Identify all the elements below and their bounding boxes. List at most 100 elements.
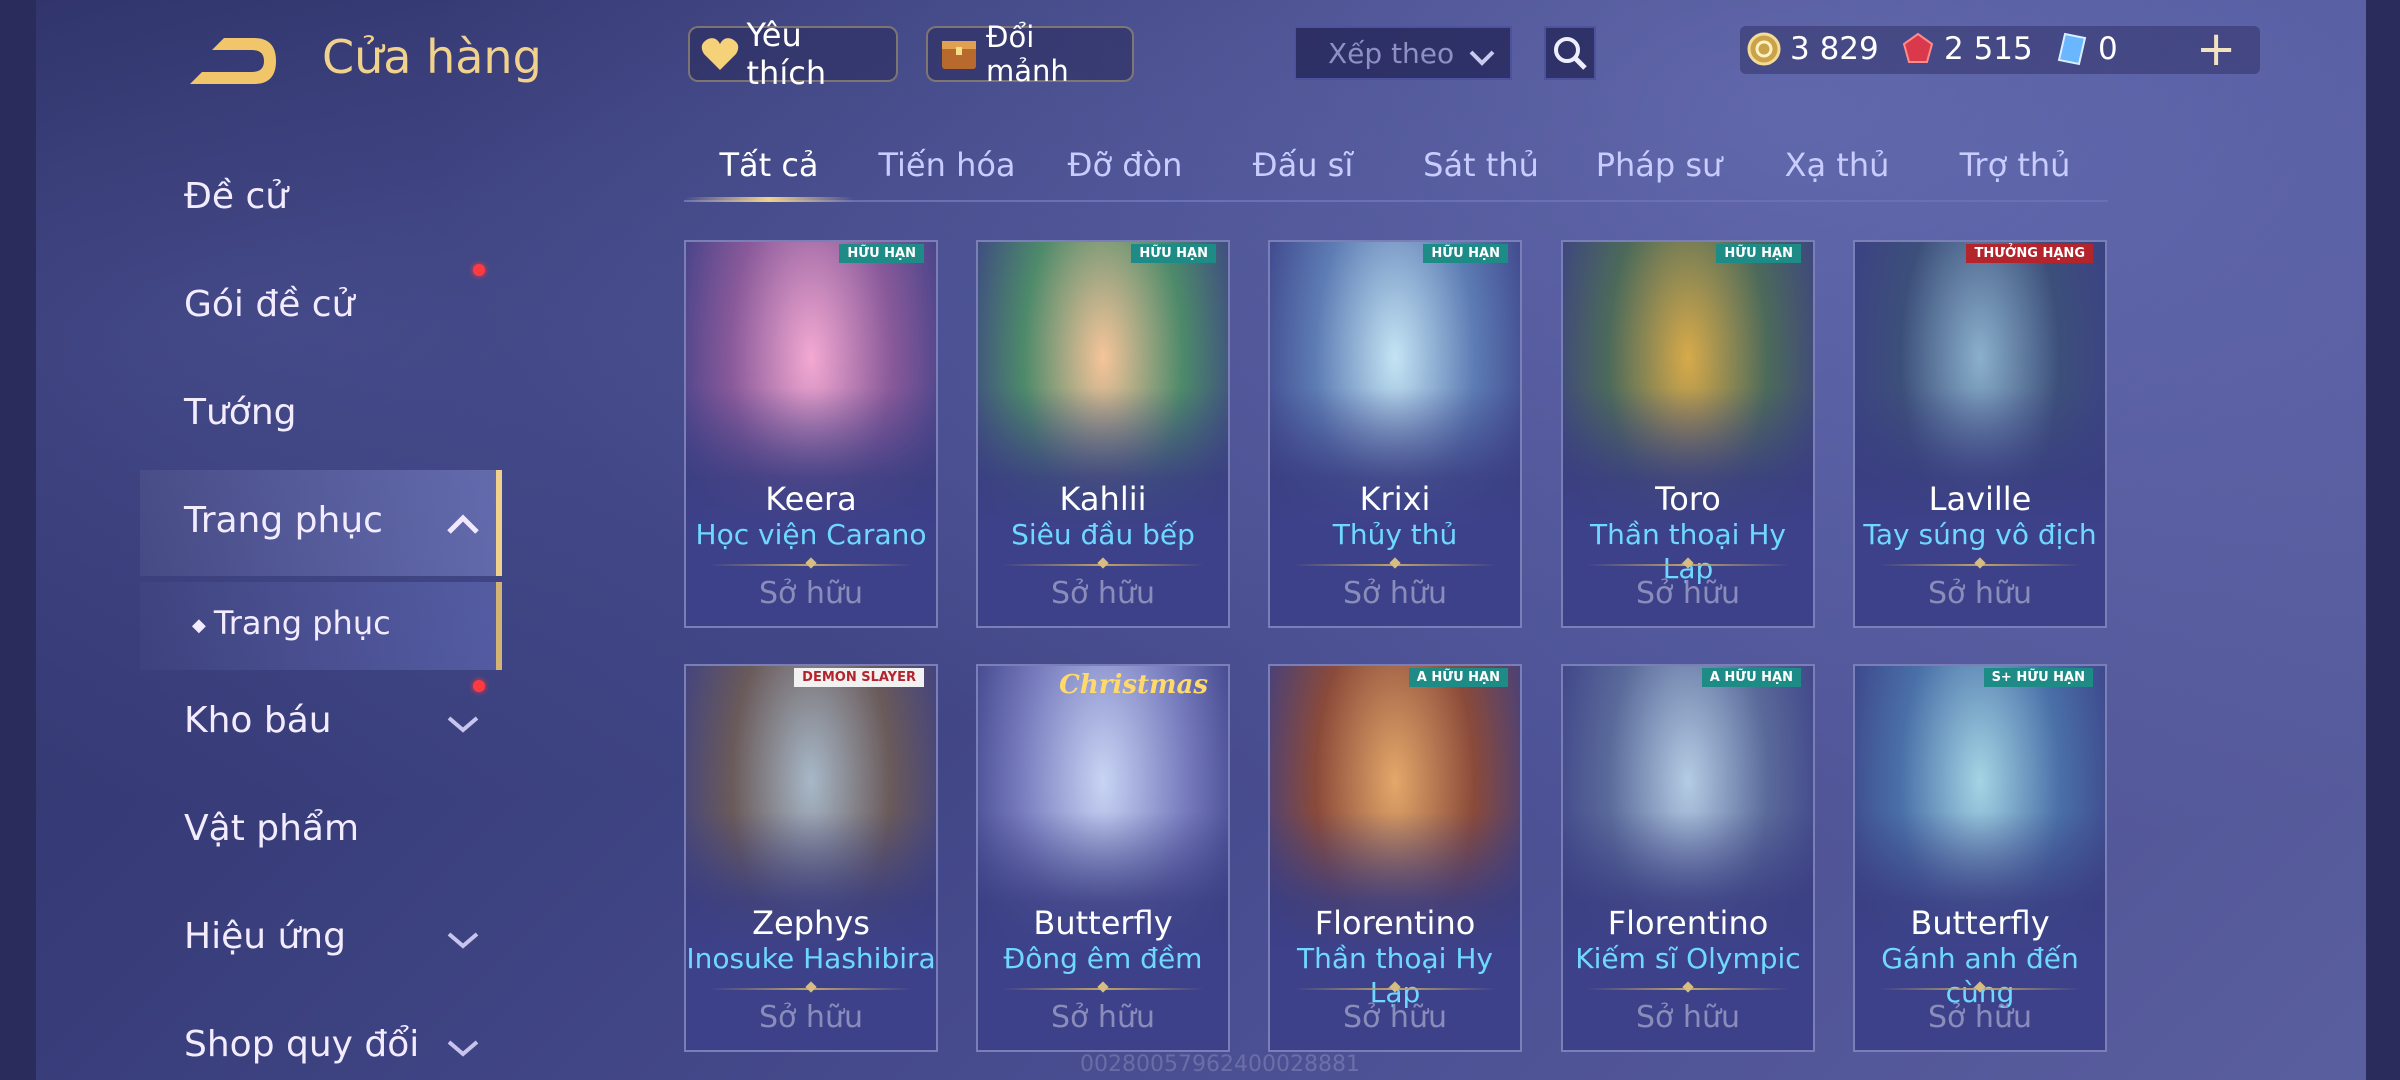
skin-card[interactable]: HỮU HẠNToroThần thoại Hy LạpSở hữu [1561, 240, 1815, 628]
owned-status: Sở hữu [759, 1000, 863, 1035]
tab-tien-hoa[interactable]: Tiến hóa [872, 146, 1022, 184]
skin-card[interactable]: Christmas Butterfly Đông êm đềm Sở hữu [976, 664, 1230, 1052]
skin-name: Kiếm sĩ Olympic [1575, 942, 1801, 975]
left-frame [0, 0, 36, 1080]
rarity-badge: S+ HỮU HẠN [1983, 668, 2093, 687]
hero-name: Toro [1655, 480, 1721, 518]
tab-xa-thu[interactable]: Xạ thủ [1762, 146, 1912, 184]
favorite-label: Yêu thích [746, 16, 827, 92]
page-title: Cửa hàng [322, 30, 542, 84]
sidebar-subitem-label: Trang phục [213, 604, 391, 642]
gold-currency: 3 829 [1746, 26, 1879, 72]
hero-name: Zephys [752, 904, 870, 942]
card-divider [1587, 564, 1789, 566]
sidebar-item-trang-phuc[interactable]: Trang phục [184, 500, 383, 541]
card-divider [1294, 988, 1496, 990]
rarity-badge: HỮU HẠN [1716, 244, 1801, 263]
rarity-badge: Christmas [1059, 670, 1208, 700]
hero-name: Florentino [1314, 904, 1476, 942]
card-divider [1294, 564, 1496, 566]
owned-status: Sở hữu [1051, 576, 1155, 611]
gem-amount: 2 515 [1944, 31, 2033, 67]
owned-status: Sở hữu [1636, 576, 1740, 611]
add-currency-button[interactable]: + [2196, 22, 2236, 76]
skin-name: Thủy thủ [1332, 518, 1458, 551]
card-divider [1879, 988, 2081, 990]
card-divider [710, 564, 912, 566]
skin-name: Siêu đầu bếp [1011, 518, 1195, 551]
card-amount: 0 [2098, 31, 2118, 67]
sidebar-item-vat-pham[interactable]: Vật phẩm [184, 808, 359, 849]
rarity-badge: HỮU HẠN [1423, 244, 1508, 263]
shard-chest-icon [938, 32, 980, 76]
hero-name: Kahlii [1059, 480, 1147, 518]
sidebar-item-kho-bau[interactable]: Kho báu [184, 700, 332, 741]
tab-do-don[interactable]: Đỡ đòn [1050, 146, 1200, 184]
tab-tat-ca[interactable]: Tất cả [694, 146, 844, 184]
favorite-button[interactable]: Yêu thích [688, 16, 898, 92]
card-divider [1002, 564, 1204, 566]
active-tab-indicator [684, 197, 854, 202]
skin-card[interactable]: S+ HỮU HẠNButterflyGánh anh đến cùngSở h… [1853, 664, 2107, 1052]
exchange-button[interactable]: Đổi mảnh [926, 20, 1134, 88]
owned-status: Sở hữu [1928, 1000, 2032, 1035]
owned-status: Sở hữu [1051, 1000, 1155, 1035]
gold-coin-icon [1746, 31, 1782, 67]
card-divider [1879, 564, 2081, 566]
back-button[interactable] [184, 34, 280, 88]
skin-card[interactable]: THƯỞNG HẠNG Laville Tay súng vô địch Sở hữu [1853, 240, 2107, 628]
rarity-badge: HỮU HẠN [1131, 244, 1216, 263]
skin-card[interactable]: HỮU HẠN Keera Học viện Carano Sở hữu [684, 240, 938, 628]
tab-dau-si[interactable]: Đấu sĩ [1228, 146, 1378, 184]
tab-tro-thu[interactable]: Trợ thủ [1940, 146, 2090, 184]
notification-dot [473, 264, 485, 276]
skin-name: Inosuke Hashibira [686, 942, 936, 975]
sidebar-item-hieu-ung[interactable]: Hiệu ứng [184, 916, 346, 957]
chevron-down-icon [1468, 42, 1496, 75]
card-currency: 0 [2054, 26, 2118, 72]
rarity-badge: THƯỞNG HẠNG [1966, 244, 2093, 263]
category-tabs: Tất cả Tiến hóa Đỡ đòn Đấu sĩ Sát thủ Ph… [684, 140, 2108, 202]
skin-card[interactable]: HỮU HẠN Krixi Thủy thủ Sở hữu [1268, 240, 1522, 628]
tab-phap-su[interactable]: Pháp sư [1584, 146, 1734, 184]
back-arrow-icon [190, 38, 276, 84]
skin-card[interactable]: DEMON SLAYER Zephys Inosuke Hashibira Sở hữ… [684, 664, 938, 1052]
tabs-divider [684, 200, 2108, 202]
rarity-badge: A HỮU HẠN [1701, 668, 1801, 687]
hero-name: Butterfly [1910, 904, 2050, 942]
sidebar-item-de-cu[interactable]: Đề cử [184, 176, 288, 217]
sidebar-item-shop-quy-doi[interactable]: Shop quy đổi [184, 1024, 419, 1065]
chevron-down-icon [446, 712, 480, 740]
rarity-badge: HỮU HẠN [839, 244, 924, 263]
sort-placeholder: Xếp theo [1328, 36, 1455, 70]
hero-name: Laville [1928, 480, 2032, 518]
chevron-up-icon [446, 512, 480, 540]
owned-status: Sở hữu [1636, 1000, 1740, 1035]
hero-name: Butterfly [1033, 904, 1173, 942]
sidebar-item-tuong[interactable]: Tướng [184, 392, 297, 433]
heart-icon [700, 32, 741, 76]
tab-sat-thu[interactable]: Sát thủ [1406, 146, 1556, 184]
search-icon [1554, 37, 1587, 70]
chevron-down-icon [446, 928, 480, 956]
search-button[interactable] [1544, 26, 1596, 80]
card-divider [1002, 988, 1204, 990]
exchange-label: Đổi mảnh [986, 20, 1069, 88]
sort-dropdown[interactable]: Xếp theo [1294, 26, 1512, 80]
owned-status: Sở hữu [1343, 576, 1447, 611]
skin-card[interactable]: A HỮU HẠN Florentino Kiếm sĩ Olympic Sở hữu [1561, 664, 1815, 1052]
blue-card-icon [2054, 31, 2090, 67]
skin-card[interactable]: A HỮU HẠNFlorentinoThần thoại Hy LạpSở h… [1268, 664, 1522, 1052]
watermark: 00280057962400028881 [1080, 1052, 1360, 1077]
skin-name: Tay súng vô địch [1863, 518, 2097, 551]
gem-currency: 2 515 [1900, 26, 2033, 72]
skin-name: Học viện Carano [695, 518, 927, 551]
card-divider [1587, 988, 1789, 990]
chevron-down-icon [446, 1036, 480, 1064]
sidebar-item-goi-de-cu[interactable]: Gói đề cử [184, 284, 354, 325]
owned-status: Sở hữu [759, 576, 863, 611]
hero-name: Krixi [1359, 480, 1431, 518]
diamond-bullet-icon: ◆ [192, 614, 206, 636]
sidebar-subitem-trang-phuc[interactable]: ◆ Trang phục [192, 604, 391, 642]
skin-card[interactable]: HỮU HẠN Kahlii Siêu đầu bếp Sở hữu [976, 240, 1230, 628]
